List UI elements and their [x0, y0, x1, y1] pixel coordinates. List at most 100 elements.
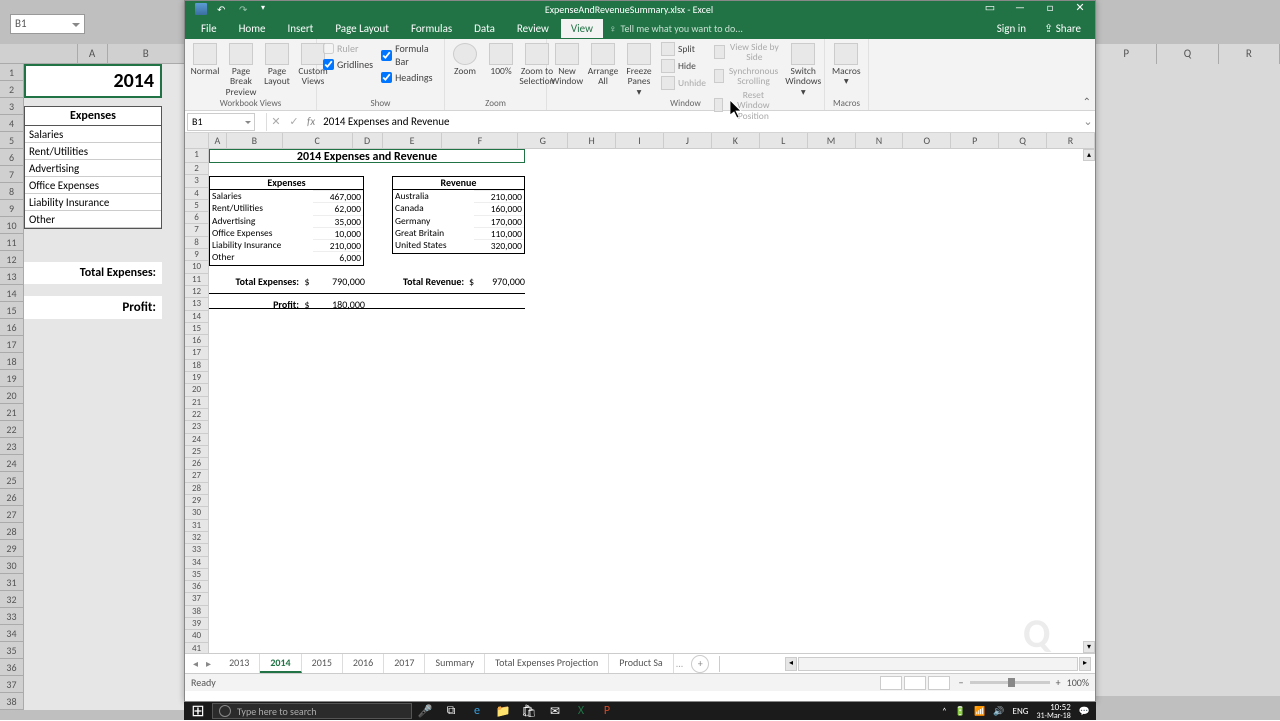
col-header-K[interactable]: K — [712, 133, 760, 148]
zoom-label[interactable]: 100% — [1067, 676, 1089, 689]
row-header-17[interactable]: 17 — [185, 347, 209, 359]
arrange-all-button[interactable]: Arrange All — [587, 41, 619, 89]
volume-icon[interactable]: 🔊 — [993, 706, 1004, 717]
table-row[interactable]: Office Expenses10,000 — [210, 227, 363, 239]
sheet-area[interactable]: ABCDEFGHIJKLMNOPQR 123456789101112131415… — [185, 133, 1095, 653]
sheet-tab-total-expenses-projection[interactable]: Total Expenses Projection — [485, 654, 609, 673]
minimize-icon[interactable]: — — [1005, 1, 1035, 17]
row-header-10[interactable]: 10 — [185, 261, 209, 273]
wifi-icon[interactable]: 📶 — [974, 706, 985, 717]
mic-icon[interactable]: 🎤 — [412, 702, 438, 720]
row-header-28[interactable]: 28 — [185, 483, 209, 495]
row-header-38[interactable]: 38 — [185, 606, 209, 618]
table-row[interactable]: United States320,000 — [393, 239, 524, 251]
row-header-23[interactable]: 23 — [185, 421, 209, 433]
col-header-C[interactable]: C — [283, 133, 353, 148]
col-header-J[interactable]: J — [664, 133, 712, 148]
hscroll-right-icon[interactable]: ▸ — [1079, 657, 1091, 671]
table-row[interactable]: Canada160,000 — [393, 202, 524, 214]
start-button[interactable]: ⊞ — [184, 702, 212, 720]
tray-up-icon[interactable]: ˄ — [942, 706, 947, 717]
tab-page-layout[interactable]: Page Layout — [325, 19, 399, 38]
row-header-4[interactable]: 4 — [185, 188, 209, 200]
col-header-L[interactable]: L — [760, 133, 808, 148]
row-header-14[interactable]: 14 — [185, 311, 209, 323]
sheet-tab-product-sa[interactable]: Product Sa — [609, 654, 674, 673]
row-header-24[interactable]: 24 — [185, 434, 209, 446]
col-header-O[interactable]: O — [903, 133, 951, 148]
row-header-1[interactable]: 1 — [185, 149, 209, 163]
name-box[interactable]: B1 — [187, 113, 255, 131]
headings-checkbox[interactable]: Headings — [379, 70, 440, 85]
row-header-31[interactable]: 31 — [185, 520, 209, 532]
sheet-tab-2016[interactable]: 2016 — [343, 654, 384, 673]
tab-home[interactable]: Home — [229, 19, 276, 38]
row-header-2[interactable]: 2 — [185, 163, 209, 175]
vscroll-down-icon[interactable]: ▾ — [1083, 641, 1095, 653]
row-header-18[interactable]: 18 — [185, 360, 209, 372]
sheet-tab-summary[interactable]: Summary — [425, 654, 485, 673]
row-header-9[interactable]: 9 — [185, 249, 209, 261]
close-icon[interactable]: ✕ — [1065, 1, 1095, 17]
edge-icon[interactable]: e — [464, 702, 490, 720]
zoom-100-button[interactable]: 100% — [485, 41, 517, 78]
row-header-12[interactable]: 12 — [185, 286, 209, 298]
sheet-tab-2015[interactable]: 2015 — [302, 654, 343, 673]
explorer-icon[interactable]: 📁 — [490, 702, 516, 720]
tab-file[interactable]: File — [191, 19, 227, 38]
col-header-I[interactable]: I — [616, 133, 664, 148]
row-header-25[interactable]: 25 — [185, 446, 209, 458]
row-header-16[interactable]: 16 — [185, 335, 209, 347]
row-header-20[interactable]: 20 — [185, 384, 209, 396]
taskbar-search[interactable]: Type here to search — [212, 703, 412, 719]
row-header-33[interactable]: 33 — [185, 544, 209, 556]
table-row[interactable]: Salaries467,000 — [210, 190, 363, 202]
share-button[interactable]: ⇪ Share — [1036, 22, 1089, 35]
col-header-P[interactable]: P — [951, 133, 999, 148]
col-header-G[interactable]: G — [518, 133, 568, 148]
row-header-37[interactable]: 37 — [185, 593, 209, 605]
row-header-40[interactable]: 40 — [185, 630, 209, 642]
pagebreak-view-icon[interactable] — [928, 676, 950, 690]
row-header-6[interactable]: 6 — [185, 212, 209, 224]
table-row[interactable]: Great Britain110,000 — [393, 227, 524, 239]
table-row[interactable]: Advertising35,000 — [210, 215, 363, 227]
row-header-35[interactable]: 35 — [185, 569, 209, 581]
undo-icon[interactable]: ↶ — [217, 3, 229, 15]
total-expenses-value[interactable]: 790,000 — [315, 275, 365, 288]
tab-formulas[interactable]: Formulas — [401, 19, 462, 38]
qat-dropdown-icon[interactable]: ▾ — [261, 3, 273, 15]
taskview-icon[interactable]: ⧉ — [438, 702, 464, 720]
row-header-22[interactable]: 22 — [185, 409, 209, 421]
row-header-7[interactable]: 7 — [185, 224, 209, 236]
title-cell[interactable]: 2014 Expenses and Revenue — [209, 149, 525, 163]
col-header-M[interactable]: M — [808, 133, 856, 148]
mail-icon[interactable]: ✉ — [542, 702, 568, 720]
row-header-32[interactable]: 32 — [185, 532, 209, 544]
row-header-34[interactable]: 34 — [185, 557, 209, 569]
sheet-tab-2014[interactable]: 2014 — [260, 654, 301, 673]
maximize-icon[interactable]: □ — [1035, 1, 1065, 17]
table-row[interactable]: Liability Insurance210,000 — [210, 239, 363, 251]
tab-nav-next-icon[interactable]: ▸ — [206, 657, 211, 670]
zoom-out-icon[interactable]: − — [959, 676, 964, 689]
zoom-in-icon[interactable]: + — [1056, 676, 1061, 689]
tab-review[interactable]: Review — [507, 19, 559, 38]
pagebreak-button[interactable]: Page Break Preview — [225, 41, 257, 99]
save-icon[interactable] — [195, 3, 207, 15]
zoom-button[interactable]: Zoom — [449, 41, 481, 78]
notifications-icon[interactable]: 💬 — [1079, 706, 1090, 717]
tellme-search[interactable]: ♀ Tell me what you want to do... — [609, 22, 743, 35]
normal-view-button[interactable]: Normal — [189, 41, 221, 78]
excel-icon[interactable]: X — [568, 702, 594, 720]
new-sheet-button[interactable]: + — [691, 655, 709, 673]
sheet-tab-2017[interactable]: 2017 — [384, 654, 425, 673]
grid[interactable]: 2014 Expenses and Revenue Expenses Salar… — [209, 149, 1083, 653]
store-icon[interactable]: 🛍 — [516, 702, 542, 720]
split-button[interactable]: Split — [659, 41, 708, 57]
profit-value[interactable]: 180,000 — [315, 298, 365, 311]
battery-icon[interactable]: 🔋 — [955, 706, 966, 717]
new-window-button[interactable]: New Window — [551, 41, 583, 89]
ribbon-options-icon[interactable]: ▭ — [975, 1, 1005, 17]
col-header-D[interactable]: D — [353, 133, 383, 148]
